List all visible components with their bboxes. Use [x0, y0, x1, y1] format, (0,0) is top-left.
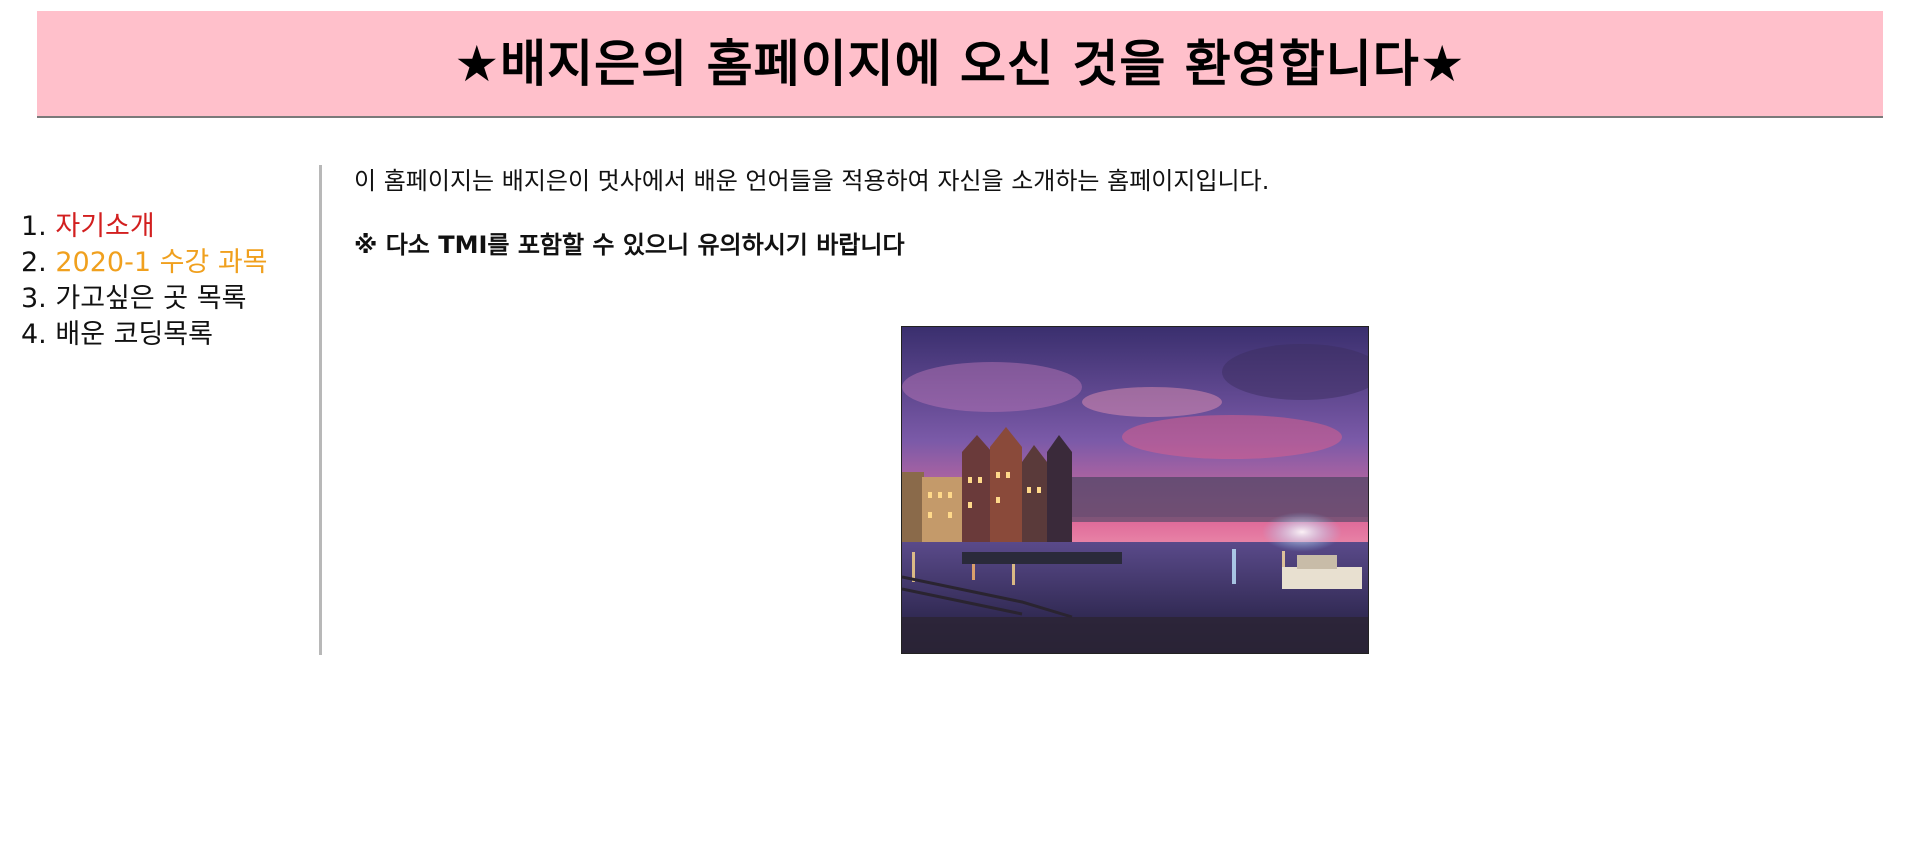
nav-item-number: 4.	[21, 319, 47, 350]
intro-text: 이 홈페이지는 배지은이 멋사에서 배운 언어들을 적용하여 자신을 소개하는 …	[354, 167, 1270, 195]
nav-item-label[interactable]: 자기소개	[55, 211, 154, 242]
nav-item-label[interactable]: 배운 코딩목록	[55, 319, 213, 350]
nav-item-label[interactable]: 가고싶은 곳 목록	[55, 283, 246, 314]
sidebar-nav: 1. 자기소개 2. 2020-1 수강 과목 3. 가고싶은 곳 목록 4. …	[0, 165, 322, 655]
canal-city-photo	[901, 326, 1369, 654]
photo-illustration	[902, 327, 1368, 653]
nav-list: 1. 자기소개 2. 2020-1 수강 과목 3. 가고싶은 곳 목록 4. …	[21, 209, 268, 353]
warning-text: ※ 다소 TMI를 포함할 수 있으니 유의하시기 바랍니다	[354, 231, 905, 259]
page-header: ★배지은의 홈페이지에 오신 것을 환영합니다★	[37, 11, 1883, 118]
page-title: ★배지은의 홈페이지에 오신 것을 환영합니다★	[454, 34, 1466, 93]
main-content: 이 홈페이지는 배지은이 멋사에서 배운 언어들을 적용하여 자신을 소개하는 …	[354, 165, 1874, 665]
nav-item-number: 1.	[21, 211, 47, 242]
nav-item-number: 3.	[21, 283, 47, 314]
nav-item-places[interactable]: 3. 가고싶은 곳 목록	[21, 281, 268, 317]
nav-item-self-intro[interactable]: 1. 자기소개	[21, 209, 268, 245]
nav-item-courses[interactable]: 2. 2020-1 수강 과목	[21, 245, 268, 281]
nav-item-number: 2.	[21, 247, 47, 278]
nav-item-label[interactable]: 2020-1 수강 과목	[55, 247, 267, 278]
nav-item-coding[interactable]: 4. 배운 코딩목록	[21, 317, 268, 353]
